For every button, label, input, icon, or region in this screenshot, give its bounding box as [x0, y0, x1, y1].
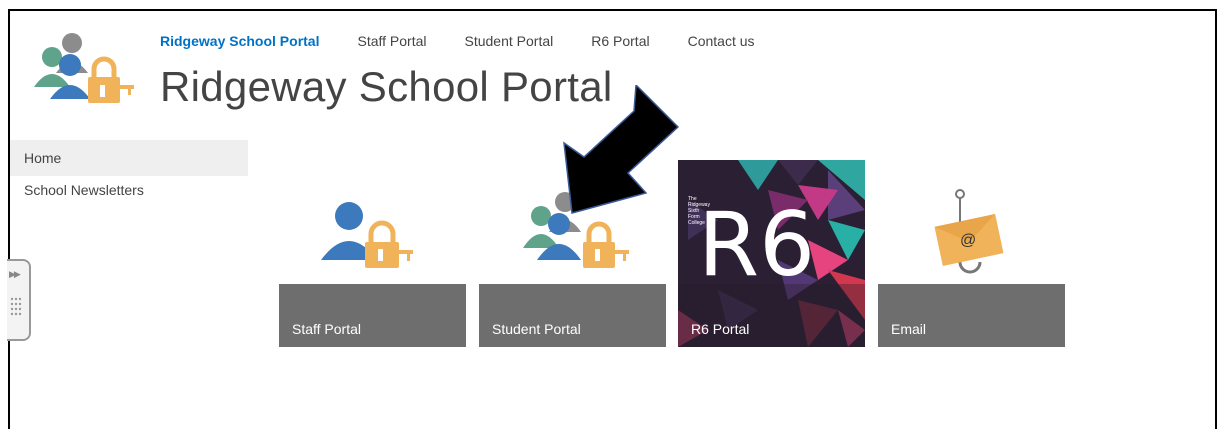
tile-staff-portal[interactable]: Staff Portal — [279, 160, 466, 347]
tile-label: Staff Portal — [292, 321, 362, 337]
tile-label: Email — [891, 321, 927, 337]
tile-email[interactable]: @ Email — [878, 160, 1065, 347]
topnav-staff-portal-link[interactable]: Staff Portal — [357, 33, 426, 49]
side-panel-expand-handle[interactable]: ▶▶ — [7, 259, 31, 341]
staff-lock-icon — [321, 202, 413, 268]
tile-label-bar: Staff Portal — [279, 284, 466, 347]
topnav-student-portal-link[interactable]: Student Portal — [465, 33, 554, 49]
grip-dots-icon — [10, 297, 22, 316]
tile-label: R6 Portal — [691, 321, 750, 337]
topnav-contact-us-link[interactable]: Contact us — [688, 33, 755, 49]
expand-arrows-icon: ▶▶ — [9, 269, 21, 279]
site-title[interactable]: Ridgeway School Portal — [160, 63, 613, 111]
tile-label: Student Portal — [492, 321, 581, 337]
tile-label-bar: R6 Portal — [678, 284, 865, 347]
quick-launch: Home School Newsletters — [10, 140, 248, 204]
envelope-hook-icon: @ — [934, 189, 1004, 274]
svg-text:@: @ — [960, 232, 976, 249]
page-frame: Ridgeway School Portal Staff Portal Stud… — [7, 9, 1217, 429]
quicklaunch-item-home[interactable]: Home — [10, 140, 248, 176]
pointer-arrow-icon — [563, 85, 680, 214]
svg-text:R6: R6 — [698, 193, 815, 296]
quicklaunch-item-school-newsletters[interactable]: School Newsletters — [10, 176, 248, 204]
top-navigation: Ridgeway School Portal Staff Portal Stud… — [160, 33, 793, 49]
tile-label-bar: Student Portal — [479, 284, 666, 347]
site-logo-icon — [34, 33, 134, 103]
tile-r6-portal[interactable]: The Ridgeway Sixth Form College R6 R6 Po… — [678, 160, 865, 347]
topnav-r6-portal-link[interactable]: R6 Portal — [591, 33, 649, 49]
topnav-home-link[interactable]: Ridgeway School Portal — [160, 33, 319, 49]
tile-label-bar: Email — [878, 284, 1065, 347]
